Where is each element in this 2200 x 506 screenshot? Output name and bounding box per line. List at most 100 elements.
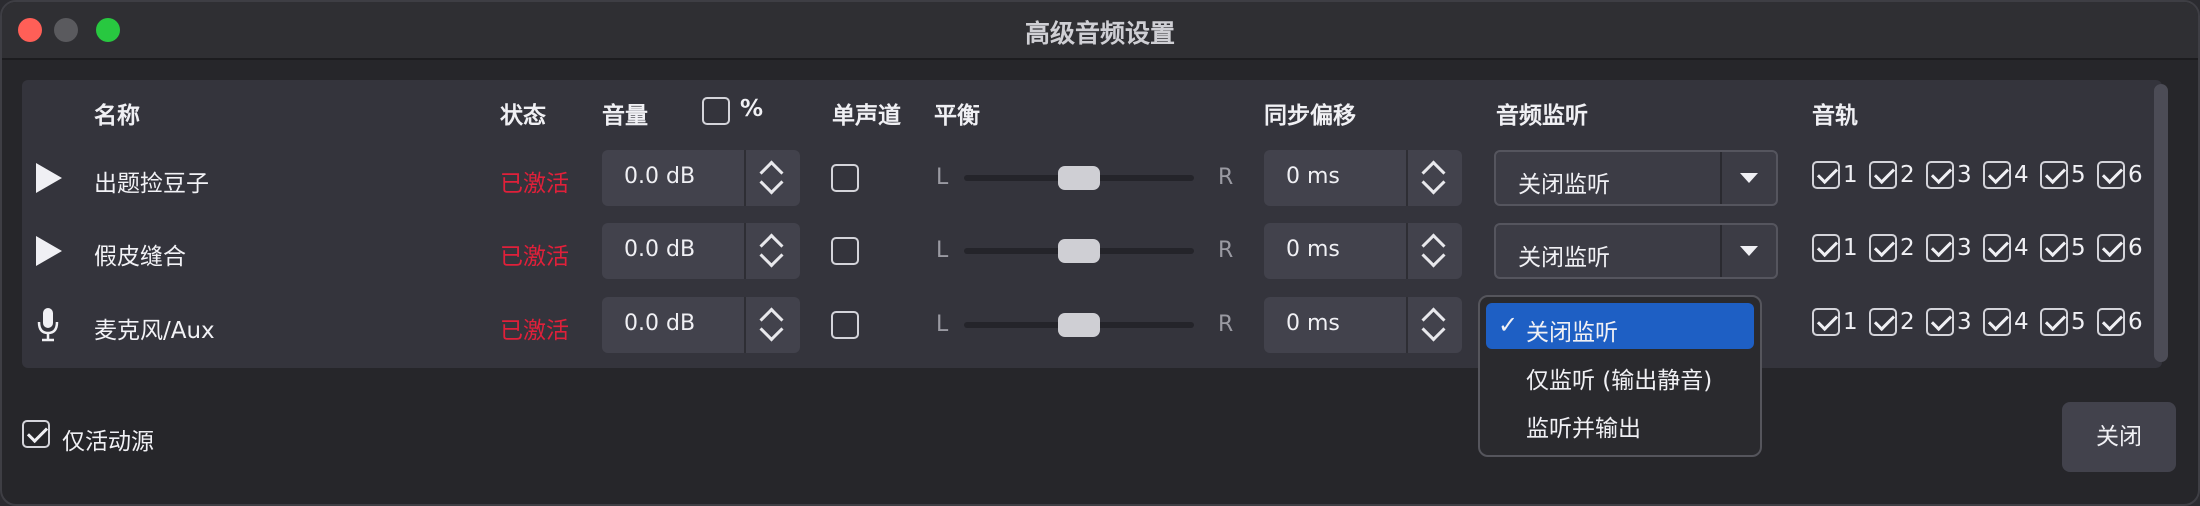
- track-toggle[interactable]: 4: [1983, 308, 2029, 336]
- track-toggle[interactable]: 1: [1812, 234, 1858, 262]
- track-toggle[interactable]: 5: [2040, 234, 2086, 262]
- volume-stepper[interactable]: [744, 150, 800, 206]
- track-toggle[interactable]: 5: [2040, 161, 2086, 189]
- source-status: 已激活: [500, 318, 569, 344]
- track-toggle[interactable]: 3: [1926, 161, 1972, 189]
- track-number: 2: [1900, 235, 1915, 261]
- track-checkbox[interactable]: [1983, 234, 2011, 262]
- monitoring-select[interactable]: 关闭监听: [1494, 223, 1778, 279]
- monitoring-option-label: 仅监听 (输出静音): [1526, 368, 1713, 394]
- track-number: 5: [2071, 235, 2086, 261]
- monitoring-option[interactable]: ✓ 关闭监听: [1486, 303, 1754, 349]
- dropdown-arrow-icon[interactable]: [1720, 152, 1776, 204]
- window-title: 高级音频设置: [1024, 19, 1175, 48]
- header-mono: 单声道: [832, 103, 901, 129]
- active-sources-only-label: 仅活动源: [62, 429, 154, 455]
- track-toggle[interactable]: 6: [2097, 161, 2143, 189]
- sync-offset-value[interactable]: 0 ms: [1286, 237, 1340, 262]
- track-checkbox[interactable]: [1926, 161, 1954, 189]
- sync-offset-stepper[interactable]: [1406, 297, 1462, 353]
- track-checkbox[interactable]: [2040, 308, 2068, 336]
- balance-slider-handle[interactable]: [1058, 239, 1100, 263]
- header-volume: 音量: [602, 103, 648, 129]
- monitoring-value: 关闭监听: [1518, 172, 1610, 198]
- balance-slider-handle[interactable]: [1058, 313, 1100, 337]
- volume-value[interactable]: 0.0 dB: [624, 164, 695, 189]
- source-status: 已激活: [500, 171, 569, 197]
- track-toggle[interactable]: 1: [1812, 308, 1858, 336]
- sync-offset-spinbox[interactable]: 0 ms: [1264, 150, 1462, 206]
- track-checkbox[interactable]: [1869, 161, 1897, 189]
- track-checkbox[interactable]: [1812, 308, 1840, 336]
- track-checkbox[interactable]: [1926, 234, 1954, 262]
- track-number: 1: [1843, 235, 1858, 261]
- monitoring-option-label: 监听并输出: [1526, 416, 1641, 442]
- track-checkbox[interactable]: [2040, 161, 2068, 189]
- balance-right-label: R: [1218, 312, 1234, 337]
- source-name: 假皮缝合: [94, 244, 186, 270]
- track-checkbox[interactable]: [1983, 161, 2011, 189]
- monitoring-select[interactable]: 关闭监听: [1494, 150, 1778, 206]
- track-checkbox[interactable]: [1869, 308, 1897, 336]
- track-number: 1: [1843, 309, 1858, 335]
- track-toggle[interactable]: 5: [2040, 308, 2086, 336]
- track-checkbox[interactable]: [2097, 161, 2125, 189]
- track-checkbox[interactable]: [2040, 234, 2068, 262]
- close-button[interactable]: 关闭: [2062, 402, 2176, 472]
- track-toggle[interactable]: 6: [2097, 234, 2143, 262]
- play-icon[interactable]: [36, 236, 62, 266]
- track-toggle[interactable]: 2: [1869, 234, 1915, 262]
- balance-right-label: R: [1218, 165, 1234, 190]
- sync-offset-stepper[interactable]: [1406, 223, 1462, 279]
- volume-spinbox[interactable]: 0.0 dB: [602, 297, 800, 353]
- mono-checkbox[interactable]: [831, 311, 859, 339]
- play-icon[interactable]: [36, 163, 62, 193]
- track-checkbox[interactable]: [1812, 234, 1840, 262]
- active-sources-only-checkbox[interactable]: [22, 420, 50, 448]
- percent-checkbox[interactable]: [702, 97, 730, 125]
- mono-checkbox[interactable]: [831, 237, 859, 265]
- monitoring-option[interactable]: 仅监听 (输出静音): [1486, 351, 1754, 397]
- track-toggle[interactable]: 4: [1983, 161, 2029, 189]
- track-checkbox[interactable]: [2097, 234, 2125, 262]
- track-number: 6: [2128, 162, 2143, 188]
- volume-spinbox[interactable]: 0.0 dB: [602, 223, 800, 279]
- sync-offset-spinbox[interactable]: 0 ms: [1264, 223, 1462, 279]
- track-number: 6: [2128, 235, 2143, 261]
- sync-offset-spinbox[interactable]: 0 ms: [1264, 297, 1462, 353]
- header-tracks: 音轨: [1812, 103, 1858, 129]
- volume-value[interactable]: 0.0 dB: [624, 237, 695, 262]
- track-toggle[interactable]: 3: [1926, 308, 1972, 336]
- track-toggle[interactable]: 2: [1869, 308, 1915, 336]
- track-checkbox[interactable]: [1812, 161, 1840, 189]
- track-number: 4: [2014, 162, 2029, 188]
- volume-spinbox[interactable]: 0.0 dB: [602, 150, 800, 206]
- table-scrollbar[interactable]: [2154, 84, 2168, 362]
- balance-left-label: L: [936, 165, 949, 190]
- volume-stepper[interactable]: [744, 223, 800, 279]
- track-toggle[interactable]: 2: [1869, 161, 1915, 189]
- volume-stepper[interactable]: [744, 297, 800, 353]
- dropdown-arrow-icon[interactable]: [1720, 225, 1776, 277]
- monitoring-value: 关闭监听: [1518, 245, 1610, 271]
- sync-offset-stepper[interactable]: [1406, 150, 1462, 206]
- track-number: 3: [1957, 162, 1972, 188]
- sync-offset-value[interactable]: 0 ms: [1286, 311, 1340, 336]
- microphone-icon[interactable]: [36, 308, 60, 342]
- track-number: 4: [2014, 309, 2029, 335]
- monitoring-option[interactable]: 监听并输出: [1486, 399, 1754, 445]
- track-toggle[interactable]: 4: [1983, 234, 2029, 262]
- sync-offset-value[interactable]: 0 ms: [1286, 164, 1340, 189]
- track-checkbox[interactable]: [2097, 308, 2125, 336]
- track-checkbox[interactable]: [1983, 308, 2011, 336]
- checkmark-icon: ✓: [1498, 311, 1519, 339]
- header-name: 名称: [94, 103, 140, 129]
- track-checkbox[interactable]: [1869, 234, 1897, 262]
- track-toggle[interactable]: 1: [1812, 161, 1858, 189]
- volume-value[interactable]: 0.0 dB: [624, 311, 695, 336]
- balance-slider-handle[interactable]: [1058, 166, 1100, 190]
- track-toggle[interactable]: 6: [2097, 308, 2143, 336]
- track-toggle[interactable]: 3: [1926, 234, 1972, 262]
- mono-checkbox[interactable]: [831, 164, 859, 192]
- track-checkbox[interactable]: [1926, 308, 1954, 336]
